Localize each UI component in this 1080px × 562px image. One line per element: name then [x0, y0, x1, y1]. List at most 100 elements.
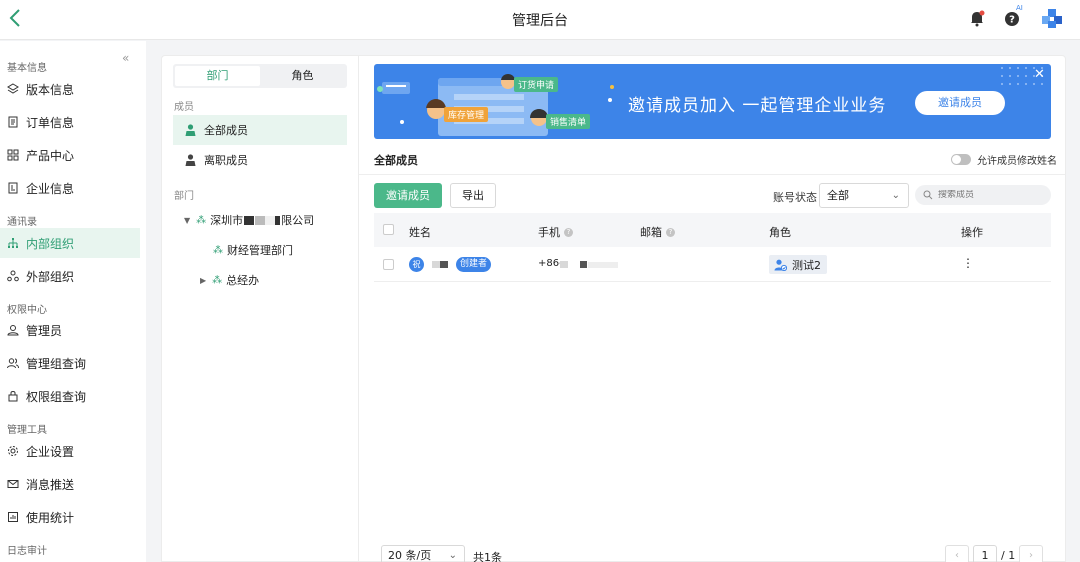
phone-prefix: +86- [538, 258, 563, 269]
org-icon: ⁂ [196, 214, 207, 226]
banner-tag-order: 订货申请 [514, 77, 559, 92]
help-icon[interactable]: ? [666, 227, 675, 237]
banner-invite-button[interactable]: 邀请成员 [915, 91, 1005, 115]
column-label: 手机 [538, 226, 560, 239]
sidebar-item-settings[interactable]: 企业设置 [0, 436, 140, 466]
search-input[interactable] [938, 190, 1038, 200]
all-members-label: 全部成员 [204, 124, 248, 137]
page-size-select[interactable]: 20 条/页 ⌄ [381, 545, 465, 562]
creator-badge: 创建者 [456, 257, 492, 272]
sidebar-item-label: 管理组查询 [26, 356, 87, 371]
redacted-block [440, 261, 448, 268]
tree-node-label: 深圳市 [210, 214, 244, 227]
row-checkbox[interactable] [383, 259, 394, 270]
toggle-switch[interactable] [951, 154, 971, 165]
org-icon [8, 238, 18, 248]
divider [359, 174, 1065, 175]
sidebar-group-permission: 权限中心 [7, 305, 47, 316]
sidebar-item-admin-groups[interactable]: 管理组查询 [0, 348, 140, 378]
more-actions-icon[interactable]: ⋮ [962, 256, 974, 270]
org-icon: ⁂ [213, 244, 223, 256]
total-count: 共1条 [473, 551, 502, 562]
export-button[interactable]: 导出 [450, 183, 496, 208]
bell-icon[interactable] [966, 7, 988, 29]
sidebar-item-stats[interactable]: 使用统计 [0, 502, 140, 532]
banner-title: 邀请成员加入 一起管理企业业务 [628, 96, 887, 116]
help-ai-icon[interactable]: ? AI [1002, 4, 1024, 29]
department-label: 部门 [174, 191, 194, 202]
page-total: / 1 [1001, 549, 1016, 562]
role-tag[interactable]: 测试2 [769, 255, 827, 274]
help-icon[interactable]: ? [564, 227, 573, 237]
column-label: 角色 [769, 226, 791, 239]
dept-role-switch: 部门 角色 [173, 64, 347, 88]
member-panel: 部门 角色 成员 全部成员 离职成员 部门 ▼ ⁂ 深圳市 限公司 ⁂ 财经管理… [161, 55, 358, 562]
tree-node-label: 总经办 [226, 274, 260, 287]
search-icon [923, 190, 933, 200]
layers-icon [7, 83, 19, 94]
avatar: 祝 [409, 257, 424, 272]
select-all-checkbox[interactable] [383, 224, 394, 235]
app-logo[interactable] [1038, 7, 1064, 29]
invite-member-button[interactable]: 邀请成员 [374, 183, 442, 208]
column-phone: 手机? [538, 224, 573, 240]
caret-down-icon[interactable]: ▼ [184, 216, 190, 225]
sidebar-item-orders[interactable]: 订单信息 [0, 107, 140, 137]
next-page-button[interactable]: › [1019, 545, 1043, 562]
account-status-select[interactable]: 全部 ⌄ [819, 183, 909, 208]
tab-department[interactable]: 部门 [175, 66, 260, 86]
banner-tag-sales: 销售清单 [546, 114, 591, 129]
tree-node-gm-office[interactable]: ▶ ⁂ 总经办 [200, 272, 259, 288]
building-icon [8, 182, 18, 194]
sidebar-item-version[interactable]: 版本信息 [0, 74, 140, 104]
sidebar-item-internal-org[interactable]: 内部组织 [0, 228, 140, 258]
person-icon [185, 124, 196, 136]
left-members-item[interactable]: 离职成员 [173, 145, 347, 175]
invite-banner: 订货申请 库存管理 销售清单 邀请成员加入 一起管理企业业务 邀请成员 ✕ [374, 64, 1051, 139]
tree-node-root[interactable]: ▼ ⁂ 深圳市 限公司 [184, 212, 314, 228]
left-members-label: 离职成员 [204, 154, 248, 167]
top-bar: 管理后台 ? AI [0, 0, 1080, 40]
table-row[interactable]: 祝 创建者 +86- 测试2 ⋮ [374, 247, 1051, 282]
redacted-block [588, 262, 618, 268]
all-members-item[interactable]: 全部成员 [173, 115, 347, 145]
allow-rename-toggle[interactable]: 允许成员修改姓名 [951, 152, 1057, 167]
redacted-block [560, 261, 568, 268]
redacted-block [244, 215, 255, 225]
chevron-down-icon: ⌄ [448, 550, 457, 561]
sidebar-item-label: 订单信息 [26, 115, 75, 130]
page-input[interactable]: 1 [973, 545, 997, 562]
stats-icon [8, 512, 18, 522]
sidebar-item-company[interactable]: 企业信息 [0, 173, 140, 203]
mail-icon [7, 480, 19, 488]
sidebar-item-label: 管理员 [26, 323, 63, 338]
sidebar-item-label: 外部组织 [26, 269, 75, 284]
sidebar-item-label: 使用统计 [26, 510, 75, 525]
collapse-icon[interactable]: « [122, 51, 129, 65]
sidebar: « 基本信息 版本信息 订单信息 产品中心 企业信息 通讯录 内部组织 外部组织… [0, 41, 146, 562]
sidebar-item-label: 权限组查询 [26, 389, 87, 404]
tree-node-label-suffix: 限公司 [281, 214, 315, 227]
person-icon [185, 154, 196, 166]
sidebar-item-label: 版本信息 [26, 82, 75, 97]
prev-page-button[interactable]: ‹ [945, 545, 969, 562]
tab-role[interactable]: 角色 [260, 66, 345, 86]
sidebar-item-messages[interactable]: 消息推送 [0, 469, 140, 499]
close-icon[interactable]: ✕ [1034, 67, 1045, 82]
search-box[interactable] [915, 185, 1051, 205]
account-status-label: 账号状态 [773, 191, 817, 204]
column-action: 操作 [961, 224, 983, 240]
lock-icon [8, 391, 18, 402]
sidebar-item-admin[interactable]: 管理员 [0, 315, 140, 345]
sidebar-item-permission-groups[interactable]: 权限组查询 [0, 381, 140, 411]
sidebar-item-external-org[interactable]: 外部组织 [0, 261, 140, 291]
caret-right-icon[interactable]: ▶ [200, 276, 206, 285]
user-role-icon [774, 259, 787, 271]
chevron-down-icon: ⌄ [891, 190, 900, 201]
tree-node-finance[interactable]: ⁂ 财经管理部门 [213, 242, 293, 258]
sidebar-item-label: 产品中心 [26, 148, 75, 163]
redacted-block [265, 215, 276, 225]
column-label: 操作 [961, 226, 983, 239]
sidebar-item-products[interactable]: 产品中心 [0, 140, 140, 170]
members-label: 成员 [174, 102, 194, 113]
